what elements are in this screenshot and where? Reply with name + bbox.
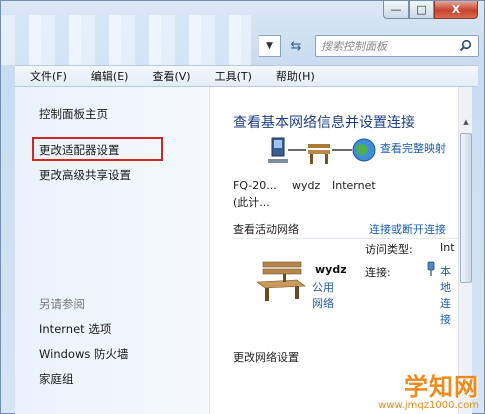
search-icon[interactable] bbox=[459, 39, 472, 56]
watermark-logo: 学知网 bbox=[404, 373, 479, 401]
access-type-value: Int bbox=[440, 241, 455, 254]
menu-file[interactable]: 文件(F) bbox=[15, 68, 76, 84]
page-title: 查看基本网络信息并设置连接 bbox=[233, 115, 415, 131]
search-box[interactable] bbox=[315, 35, 479, 57]
sidebar: 控制面板主页 更改适配器设置 更改高级共享设置 另请参阅 Internet 选项… bbox=[15, 87, 210, 414]
local-connection-link[interactable]: 本地连接 bbox=[440, 264, 454, 328]
bench-icon bbox=[256, 261, 306, 301]
node-internet-label: Internet bbox=[332, 179, 376, 192]
vertical-scrollbar[interactable]: ▲ bbox=[458, 87, 472, 414]
sidebar-item-home[interactable]: 控制面板主页 bbox=[39, 106, 108, 122]
refresh-icon: ⇆ bbox=[290, 38, 302, 54]
control-panel-window: — □ X ▼ ⇆ 文件(F) 编辑(E) 查看(V) 工具(T) 帮助(H) … bbox=[0, 0, 485, 414]
globe-icon bbox=[352, 138, 376, 162]
access-type-label: 访问类型: bbox=[365, 243, 413, 256]
section-divider bbox=[233, 238, 458, 239]
magnifier-glyph bbox=[459, 39, 472, 52]
chevron-down-icon: ▼ bbox=[266, 41, 273, 51]
maximize-button[interactable]: □ bbox=[409, 1, 434, 19]
close-button[interactable]: X bbox=[434, 1, 478, 19]
sidebar-item-adapter-settings[interactable]: 更改适配器设置 bbox=[39, 142, 120, 158]
bench-small-icon bbox=[308, 144, 330, 164]
connect-disconnect-link[interactable]: 连接或断开连接 bbox=[369, 221, 446, 237]
computer-icon bbox=[268, 137, 288, 163]
menu-bar: 文件(F) 编辑(E) 查看(V) 工具(T) 帮助(H) bbox=[15, 65, 478, 87]
scroll-up-icon[interactable]: ▲ bbox=[460, 115, 472, 129]
refresh-button[interactable]: ⇆ bbox=[285, 35, 307, 57]
network-adapter-icon bbox=[427, 261, 435, 276]
see-also-heading: 另请参阅 bbox=[39, 297, 85, 311]
sidebar-item-firewall[interactable]: Windows 防火墙 bbox=[39, 346, 129, 362]
menu-edit[interactable]: 编辑(E) bbox=[76, 68, 138, 84]
network-type-link[interactable]: 公用网络 bbox=[312, 280, 338, 312]
scroll-thumb[interactable] bbox=[460, 133, 472, 283]
watermark-url: www.jmqz1000.com bbox=[378, 400, 479, 411]
address-dropdown-button[interactable]: ▼ bbox=[259, 35, 281, 57]
menu-tools[interactable]: 工具(T) bbox=[200, 68, 261, 84]
watermark: 学知网 www.jmqz1000.com bbox=[378, 374, 479, 411]
node-computer-label: FQ-20... bbox=[233, 179, 277, 192]
caption-buttons: — □ X bbox=[383, 1, 478, 19]
menu-view[interactable]: 查看(V) bbox=[137, 68, 199, 84]
connections-label: 连接: bbox=[365, 266, 391, 279]
search-input[interactable] bbox=[321, 39, 455, 53]
minimize-button[interactable]: — bbox=[383, 1, 409, 19]
content-area: 控制面板主页 更改适配器设置 更改高级共享设置 另请参阅 Internet 选项… bbox=[15, 87, 472, 414]
menu-help[interactable]: 帮助(H) bbox=[261, 68, 324, 84]
network-map-diagram bbox=[268, 137, 376, 164]
active-networks-label: 查看活动网络 bbox=[233, 223, 299, 236]
sidebar-item-internet-options[interactable]: Internet 选项 bbox=[39, 321, 111, 337]
node-computer-sublabel: (此计... bbox=[233, 196, 270, 209]
blurred-title-area bbox=[1, 15, 251, 65]
node-network-label: wydz bbox=[292, 179, 321, 192]
sidebar-item-homegroup[interactable]: 家庭组 bbox=[39, 371, 74, 387]
change-network-settings-label: 更改网络设置 bbox=[233, 351, 299, 364]
network-name: wydz bbox=[315, 263, 347, 276]
main-panel: 查看基本网络信息并设置连接 查看完整映射 FQ-20... (此计... wyd… bbox=[211, 87, 458, 414]
sidebar-item-advanced-sharing[interactable]: 更改高级共享设置 bbox=[39, 167, 131, 183]
